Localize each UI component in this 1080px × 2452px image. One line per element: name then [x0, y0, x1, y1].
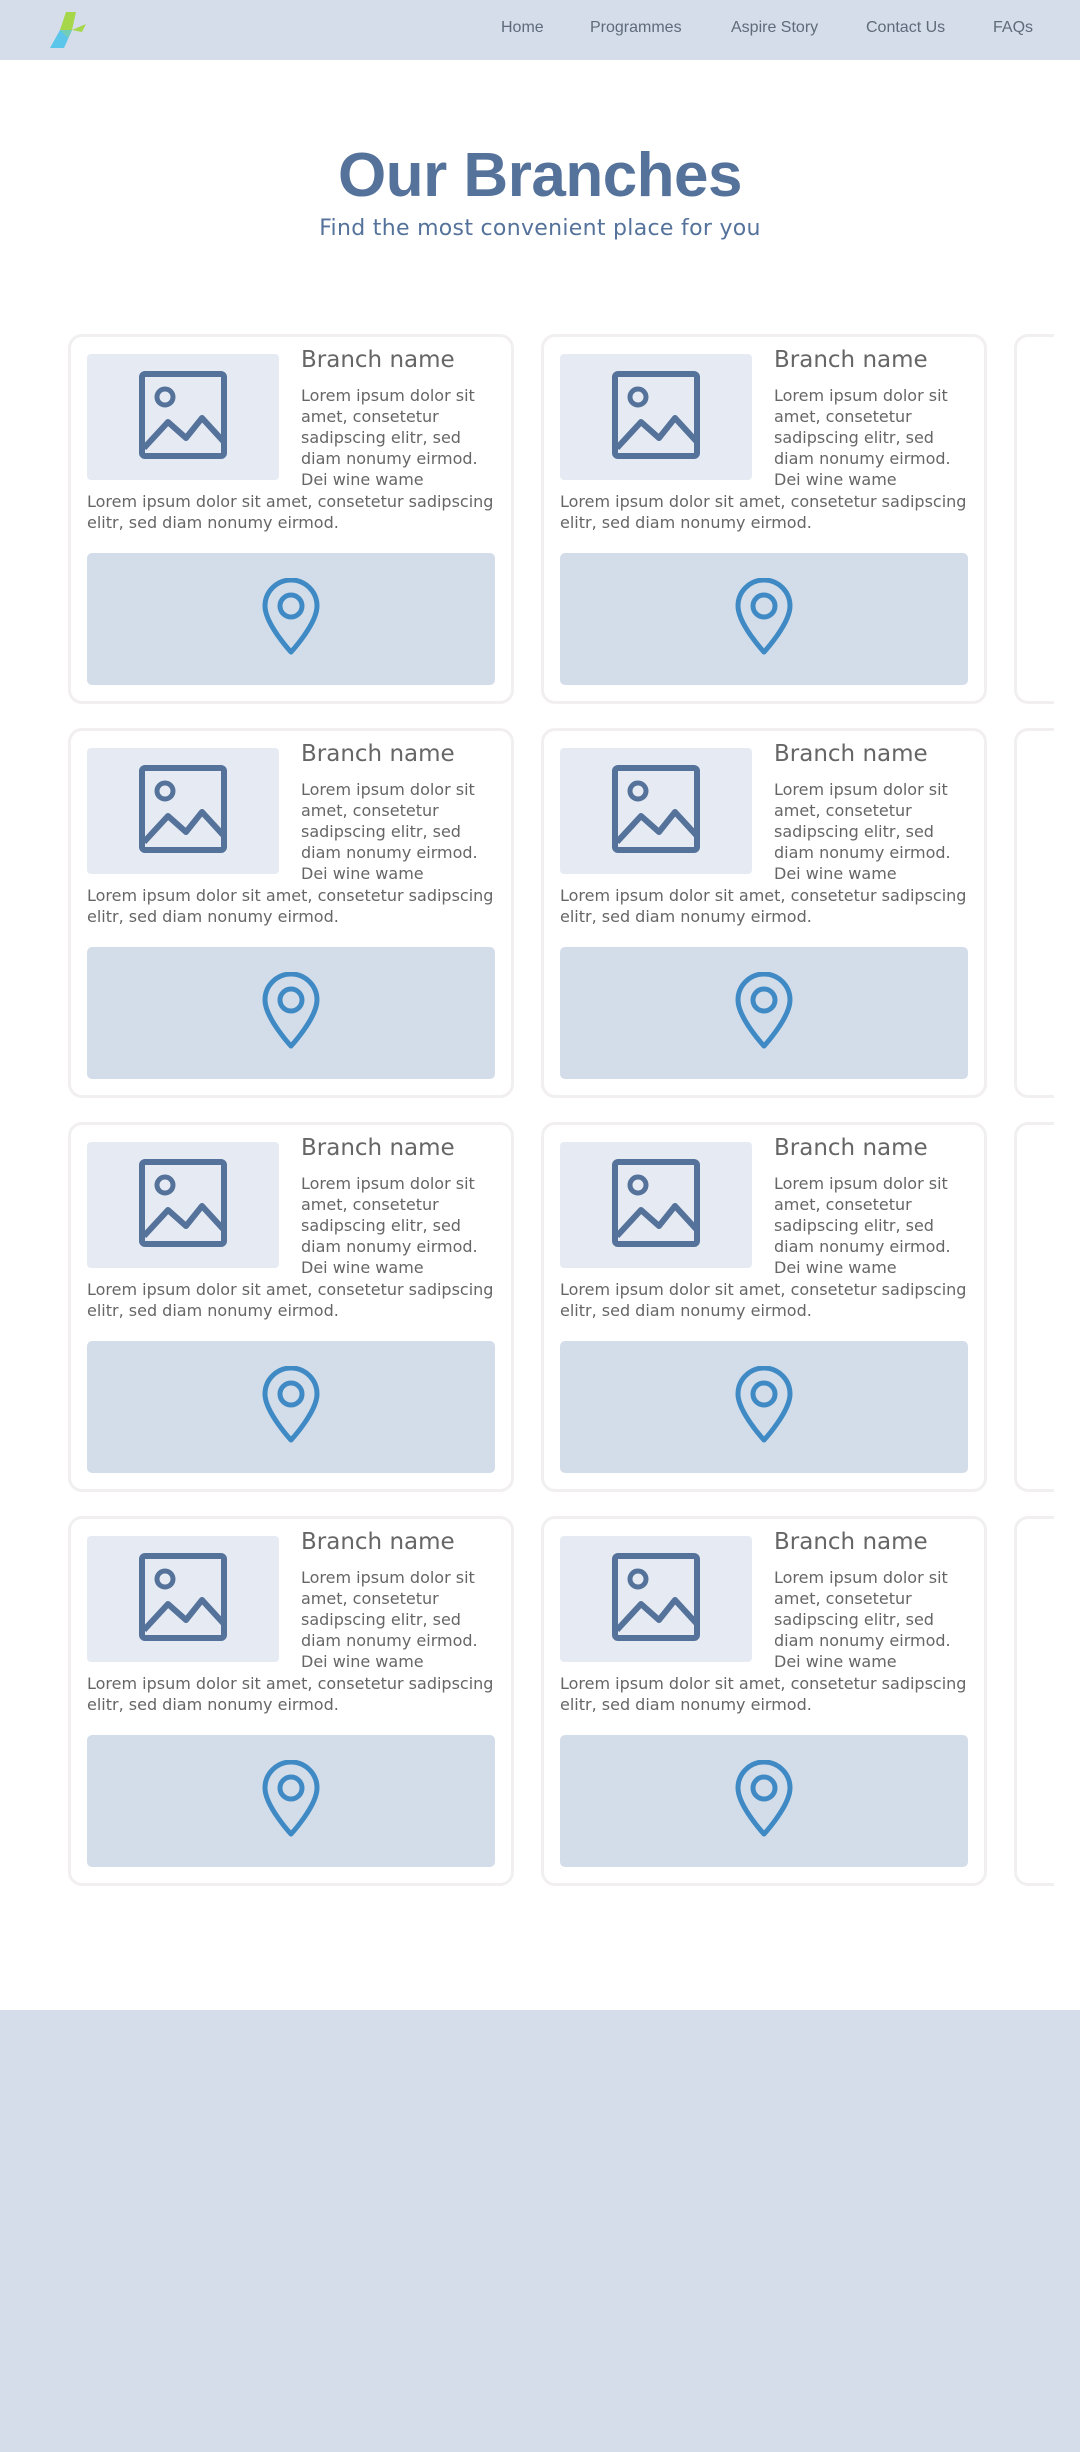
nav-contact-us-link[interactable]: Contact Us	[866, 19, 945, 37]
branch-card-partial[interactable]	[1014, 334, 1054, 704]
branch-card[interactable]: Branch name Lorem ipsum dolor sit amet, …	[68, 728, 514, 1098]
nav-home-link[interactable]: Home	[501, 19, 544, 37]
branch-name: Branch name	[301, 347, 455, 373]
branch-image	[560, 354, 752, 480]
branch-map[interactable]	[560, 1735, 968, 1867]
nav-aspire-story-link[interactable]: Aspire Story	[731, 19, 818, 37]
footer	[0, 2010, 1080, 2452]
branch-name: Branch name	[301, 1135, 455, 1161]
branch-card[interactable]: Branch name Lorem ipsum dolor sit amet, …	[541, 728, 987, 1098]
map-pin-icon	[261, 971, 321, 1054]
branch-card[interactable]: Branch name Lorem ipsum dolor sit amet, …	[541, 1516, 987, 1886]
map-pin-icon	[734, 577, 794, 660]
branch-description: Lorem ipsum dolor sit amet, consetetur s…	[560, 1674, 967, 1714]
branch-short-description: Lorem ipsum dolor sit amet, consetetur s…	[301, 780, 478, 883]
branch-description: Lorem ipsum dolor sit amet, consetetur s…	[87, 886, 494, 926]
branch-map[interactable]	[87, 1735, 495, 1867]
nav-faqs-link[interactable]: FAQs	[993, 19, 1033, 37]
branch-card-partial[interactable]	[1014, 1122, 1054, 1492]
image-placeholder-icon	[611, 764, 701, 858]
branch-image	[87, 748, 279, 874]
branch-short-description: Lorem ipsum dolor sit amet, consetetur s…	[301, 386, 478, 489]
image-placeholder-icon	[611, 1158, 701, 1252]
branch-image	[87, 1142, 279, 1268]
branch-name: Branch name	[301, 1529, 455, 1555]
branch-card[interactable]: Branch name Lorem ipsum dolor sit amet, …	[541, 334, 987, 704]
image-placeholder-icon	[138, 370, 228, 464]
branch-short-description: Lorem ipsum dolor sit amet, consetetur s…	[774, 1174, 951, 1277]
branch-short-description: Lorem ipsum dolor sit amet, consetetur s…	[301, 1174, 478, 1277]
branch-map[interactable]	[560, 947, 968, 1079]
branch-image	[560, 1536, 752, 1662]
map-pin-icon	[261, 577, 321, 660]
branch-map[interactable]	[87, 553, 495, 685]
branch-map[interactable]	[87, 1341, 495, 1473]
image-placeholder-icon	[611, 1552, 701, 1646]
branch-card-partial[interactable]	[1014, 728, 1054, 1098]
branch-description: Lorem ipsum dolor sit amet, consetetur s…	[87, 492, 494, 532]
branch-card[interactable]: Branch name Lorem ipsum dolor sit amet, …	[68, 1122, 514, 1492]
branch-description: Lorem ipsum dolor sit amet, consetetur s…	[560, 886, 967, 926]
map-pin-icon	[734, 1365, 794, 1448]
map-pin-icon	[261, 1759, 321, 1842]
map-pin-icon	[734, 971, 794, 1054]
image-placeholder-icon	[138, 1158, 228, 1252]
page-title: Our Branches	[337, 141, 743, 210]
branch-map[interactable]	[87, 947, 495, 1079]
branch-map[interactable]	[560, 1341, 968, 1473]
branch-short-description: Lorem ipsum dolor sit amet, consetetur s…	[774, 780, 951, 883]
branch-description: Lorem ipsum dolor sit amet, consetetur s…	[87, 1674, 494, 1714]
branch-image	[560, 1142, 752, 1268]
top-navbar: Home Programmes Aspire Story Contact Us …	[0, 0, 1080, 60]
branch-description: Lorem ipsum dolor sit amet, consetetur s…	[560, 492, 967, 532]
branch-image	[87, 354, 279, 480]
branch-name: Branch name	[774, 347, 928, 373]
branch-short-description: Lorem ipsum dolor sit amet, consetetur s…	[301, 1568, 478, 1671]
branch-name: Branch name	[774, 1135, 928, 1161]
nav-programmes-link[interactable]: Programmes	[590, 19, 682, 37]
branch-short-description: Lorem ipsum dolor sit amet, consetetur s…	[774, 1568, 951, 1671]
branch-name: Branch name	[774, 741, 928, 767]
map-pin-icon	[261, 1365, 321, 1448]
branch-card[interactable]: Branch name Lorem ipsum dolor sit amet, …	[68, 1516, 514, 1886]
branch-image	[560, 748, 752, 874]
logo-icon[interactable]	[46, 10, 92, 50]
branch-description: Lorem ipsum dolor sit amet, consetetur s…	[560, 1280, 967, 1320]
branch-map[interactable]	[560, 553, 968, 685]
branch-image	[87, 1536, 279, 1662]
branch-card[interactable]: Branch name Lorem ipsum dolor sit amet, …	[68, 334, 514, 704]
branch-name: Branch name	[301, 741, 455, 767]
image-placeholder-icon	[611, 370, 701, 464]
branch-description: Lorem ipsum dolor sit amet, consetetur s…	[87, 1280, 494, 1320]
branch-name: Branch name	[774, 1529, 928, 1555]
branch-card[interactable]: Branch name Lorem ipsum dolor sit amet, …	[541, 1122, 987, 1492]
branch-short-description: Lorem ipsum dolor sit amet, consetetur s…	[774, 386, 951, 489]
page-subtitle: Find the most convenient place for you	[319, 216, 761, 241]
branch-card-partial[interactable]	[1014, 1516, 1054, 1886]
image-placeholder-icon	[138, 764, 228, 858]
image-placeholder-icon	[138, 1552, 228, 1646]
map-pin-icon	[734, 1759, 794, 1842]
